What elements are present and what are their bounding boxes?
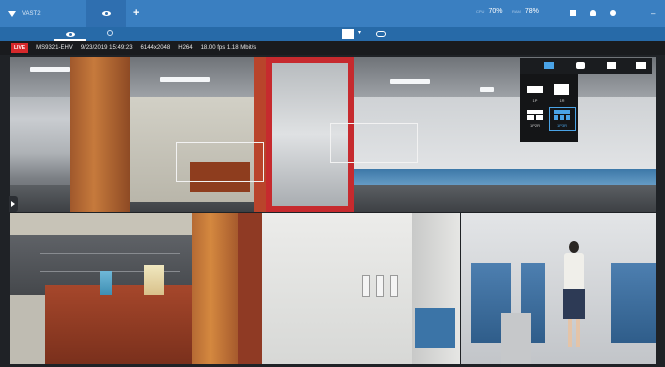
roi-box[interactable] bbox=[330, 123, 418, 163]
layout-option-1p2r[interactable] bbox=[527, 110, 543, 120]
layout-menu: 1P 1R 1P2R 1P3R bbox=[520, 74, 578, 142]
person bbox=[561, 241, 587, 351]
minimize-icon[interactable]: – bbox=[651, 9, 655, 18]
blue-partition bbox=[611, 263, 656, 343]
layout-option-label: 1R bbox=[559, 98, 565, 103]
search-icon[interactable] bbox=[107, 30, 113, 36]
camera-info-bar: LIVE MS9321-EHV 9/23/2019 15:49:23 6144x… bbox=[0, 41, 665, 55]
layout-option-label: 1P3R bbox=[556, 123, 567, 128]
layout-cell bbox=[527, 115, 534, 120]
search-icon[interactable] bbox=[636, 62, 646, 69]
cpu-label: CPU bbox=[476, 9, 485, 14]
bottle bbox=[100, 271, 112, 295]
tab-liveview[interactable] bbox=[86, 0, 126, 27]
wall-switch bbox=[390, 275, 398, 297]
layout-cell bbox=[560, 115, 564, 120]
wood-wall bbox=[70, 57, 130, 212]
camera-resolution: 6144x2048 bbox=[140, 45, 171, 51]
layout-cell bbox=[566, 115, 570, 120]
camera-icon[interactable] bbox=[576, 62, 585, 69]
layout-cell bbox=[554, 115, 558, 120]
person-body bbox=[564, 253, 584, 289]
person-head bbox=[569, 241, 579, 253]
cpu-value: 70% bbox=[488, 8, 503, 15]
person-legs bbox=[568, 319, 580, 347]
view-toolbar: ▾ bbox=[0, 27, 665, 41]
cabinet bbox=[501, 313, 531, 364]
ram-usage: RAM 78% bbox=[512, 8, 539, 15]
live-badge: LIVE bbox=[11, 43, 29, 53]
layout-option-1p[interactable] bbox=[527, 86, 543, 93]
dewarped-view-right[interactable] bbox=[461, 213, 656, 364]
top-bar: VAST2 + CPU 70% RAM 78% – bbox=[0, 0, 665, 27]
dewarped-view-left[interactable] bbox=[10, 213, 460, 364]
ceiling-light bbox=[390, 79, 430, 84]
eye-icon[interactable] bbox=[66, 32, 75, 37]
layout-cell bbox=[554, 110, 570, 114]
ceiling-light bbox=[30, 67, 70, 72]
snapshot-icon[interactable] bbox=[607, 62, 616, 69]
layout-cell bbox=[527, 110, 543, 114]
ram-label: RAM bbox=[512, 9, 521, 14]
app-tab-name: VAST2 bbox=[22, 10, 41, 17]
app-tab[interactable]: VAST2 bbox=[0, 0, 86, 27]
layout-option-label: 1P bbox=[532, 98, 538, 103]
wood-wall bbox=[192, 213, 238, 364]
camera-name: MS9321-EHV bbox=[36, 45, 73, 51]
app-logo-icon bbox=[8, 10, 16, 17]
cabinet-drawer bbox=[40, 253, 180, 254]
ceiling-light bbox=[160, 77, 210, 82]
link-icon[interactable] bbox=[376, 31, 386, 37]
layout-cell bbox=[536, 115, 543, 120]
ceiling-light bbox=[480, 87, 494, 92]
wall-switch bbox=[376, 275, 384, 297]
eye-icon bbox=[102, 11, 111, 16]
box bbox=[144, 265, 164, 295]
door-frame bbox=[238, 213, 262, 364]
camera-stats: 18.00 fps 1.18 Mbit/s bbox=[200, 45, 257, 51]
chevron-down-icon[interactable]: ▾ bbox=[358, 29, 361, 36]
add-tab-icon[interactable]: + bbox=[133, 7, 139, 19]
layout-option-1r[interactable] bbox=[554, 84, 569, 95]
layout-option-1p3r[interactable] bbox=[554, 110, 570, 120]
layout-icon[interactable] bbox=[342, 29, 354, 39]
view-mode-bar bbox=[520, 58, 652, 74]
person-skirt bbox=[563, 289, 585, 319]
roi-box[interactable] bbox=[176, 142, 264, 182]
camera-datetime: 9/23/2019 15:49:23 bbox=[80, 45, 133, 51]
cpu-usage: CPU 70% bbox=[476, 8, 502, 15]
gear-icon[interactable] bbox=[610, 10, 616, 16]
side-panel-toggle[interactable] bbox=[9, 196, 18, 212]
camera-codec: H264 bbox=[178, 45, 193, 51]
office-desk bbox=[45, 285, 205, 364]
layout-option-label: 1P2R bbox=[529, 123, 540, 128]
grid-icon[interactable] bbox=[570, 10, 576, 16]
bell-icon[interactable] bbox=[590, 10, 596, 16]
ram-value: 78% bbox=[524, 8, 539, 15]
wall-switch bbox=[362, 275, 370, 297]
fisheye-icon[interactable] bbox=[544, 62, 554, 69]
blue-partition bbox=[415, 308, 455, 348]
